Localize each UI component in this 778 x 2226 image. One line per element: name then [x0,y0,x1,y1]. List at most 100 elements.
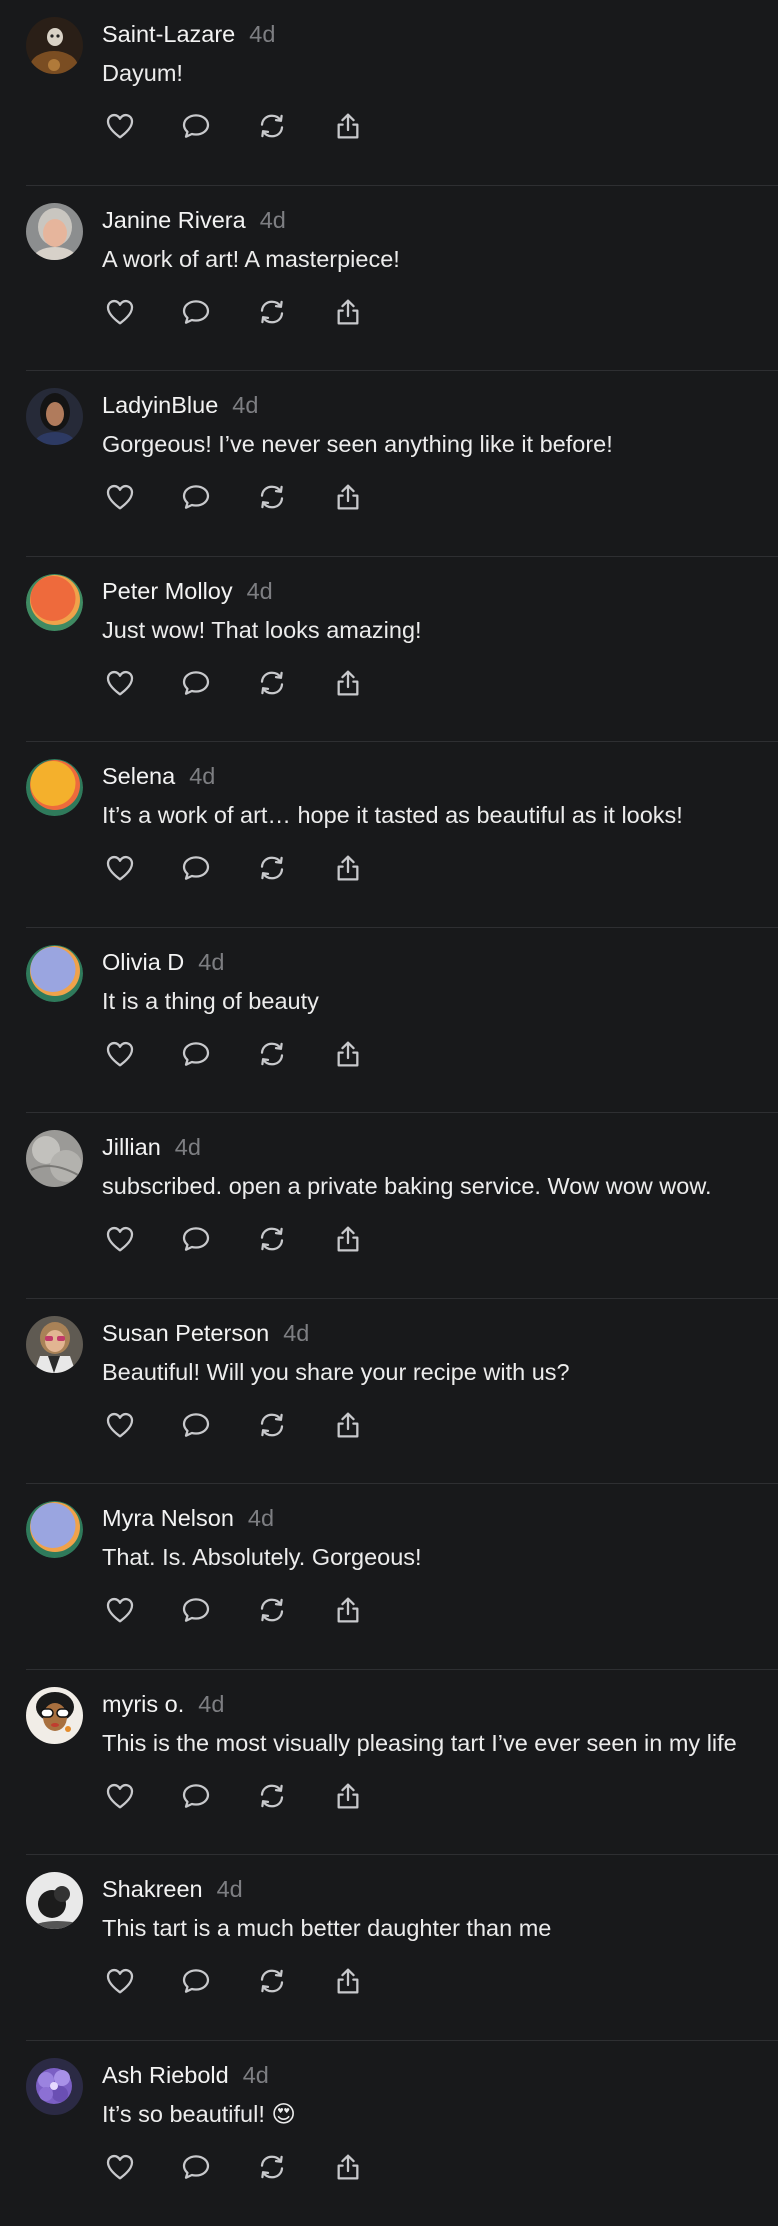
avatar[interactable] [26,1872,83,1929]
heart-icon [104,2151,136,2183]
avatar-image [26,1501,83,1558]
heart-button[interactable] [102,479,138,515]
share-button[interactable] [330,1407,366,1443]
comment-text: It’s so beautiful! 😍 [102,2099,296,2129]
comment-icon [180,481,212,513]
heart-button[interactable] [102,1036,138,1072]
avatar[interactable] [26,1130,83,1187]
avatar[interactable] [26,17,83,74]
comment-button[interactable] [178,1221,214,1257]
repost-button[interactable] [254,108,290,144]
avatar[interactable] [26,1501,83,1558]
username-link[interactable]: Jillian [102,1134,161,1160]
avatar[interactable] [26,203,83,260]
comment-button[interactable] [178,1963,214,1999]
heart-button[interactable] [102,108,138,144]
comment-button[interactable] [178,1778,214,1814]
comment-icon [180,667,212,699]
repost-icon [256,1780,288,1812]
repost-button[interactable] [254,1221,290,1257]
repost-icon [256,1409,288,1441]
avatar[interactable] [26,2058,83,2115]
comment-button[interactable] [178,479,214,515]
share-button[interactable] [330,479,366,515]
timestamp: 4d [247,578,273,604]
heart-button[interactable] [102,1963,138,1999]
username-link[interactable]: Olivia D [102,949,184,975]
repost-button[interactable] [254,665,290,701]
timestamp: 4d [249,21,275,47]
share-icon [332,1223,364,1255]
username-link[interactable]: Janine Rivera [102,207,246,233]
share-button[interactable] [330,1221,366,1257]
repost-button[interactable] [254,479,290,515]
avatar[interactable] [26,1316,83,1373]
share-button[interactable] [330,2149,366,2185]
heart-button[interactable] [102,1592,138,1628]
comment-text: Dayum! [102,58,183,88]
repost-button[interactable] [254,1778,290,1814]
heart-button[interactable] [102,665,138,701]
comment-button[interactable] [178,108,214,144]
username-link[interactable]: Myra Nelson [102,1505,234,1531]
heart-button[interactable] [102,294,138,330]
repost-button[interactable] [254,850,290,886]
username-link[interactable]: LadyinBlue [102,392,218,418]
heart-button[interactable] [102,1407,138,1443]
heart-icon [104,1409,136,1441]
heart-button[interactable] [102,1778,138,1814]
comment-button[interactable] [178,1036,214,1072]
username-link[interactable]: Selena [102,763,175,789]
comment-text: Gorgeous! I’ve never seen anything like … [102,429,613,459]
heart-icon [104,296,136,328]
heart-button[interactable] [102,1221,138,1257]
share-button[interactable] [330,1963,366,1999]
username-link[interactable]: Saint-Lazare [102,21,235,47]
comment-icon [180,2151,212,2183]
repost-button[interactable] [254,1407,290,1443]
avatar[interactable] [26,574,83,631]
heart-icon [104,1780,136,1812]
heart-icon [104,667,136,699]
avatar[interactable] [26,1687,83,1744]
share-button[interactable] [330,1036,366,1072]
comment-button[interactable] [178,665,214,701]
repost-button[interactable] [254,1963,290,1999]
username-link[interactable]: Susan Peterson [102,1320,269,1346]
comment-text: This is the most visually pleasing tart … [102,1728,737,1758]
heart-button[interactable] [102,850,138,886]
share-button[interactable] [330,1592,366,1628]
share-button[interactable] [330,850,366,886]
avatar[interactable] [26,388,83,445]
repost-button[interactable] [254,1036,290,1072]
avatar[interactable] [26,945,83,1002]
avatar-image [26,574,83,631]
repost-button[interactable] [254,2149,290,2185]
avatar-image [26,1130,83,1187]
heart-button[interactable] [102,2149,138,2185]
repost-button[interactable] [254,294,290,330]
share-button[interactable] [330,665,366,701]
comment-text: subscribed. open a private baking servic… [102,1171,712,1201]
username-link[interactable]: Peter Molloy [102,578,233,604]
comment-header: Ash Riebold4d [102,2061,269,2089]
username-link[interactable]: Shakreen [102,1876,203,1902]
share-button[interactable] [330,294,366,330]
share-icon [332,667,364,699]
username-link[interactable]: Ash Riebold [102,2062,229,2088]
comment-button[interactable] [178,1592,214,1628]
repost-icon [256,1223,288,1255]
share-button[interactable] [330,108,366,144]
comment-text: It is a thing of beauty [102,986,319,1016]
repost-button[interactable] [254,1592,290,1628]
comment-button[interactable] [178,294,214,330]
comment-button[interactable] [178,1407,214,1443]
comment-text: A work of art! A masterpiece! [102,244,400,274]
avatar[interactable] [26,759,83,816]
comment-button[interactable] [178,850,214,886]
share-icon [332,1038,364,1070]
username-link[interactable]: myris o. [102,1691,184,1717]
comment-icon [180,1038,212,1070]
share-button[interactable] [330,1778,366,1814]
comment-button[interactable] [178,2149,214,2185]
